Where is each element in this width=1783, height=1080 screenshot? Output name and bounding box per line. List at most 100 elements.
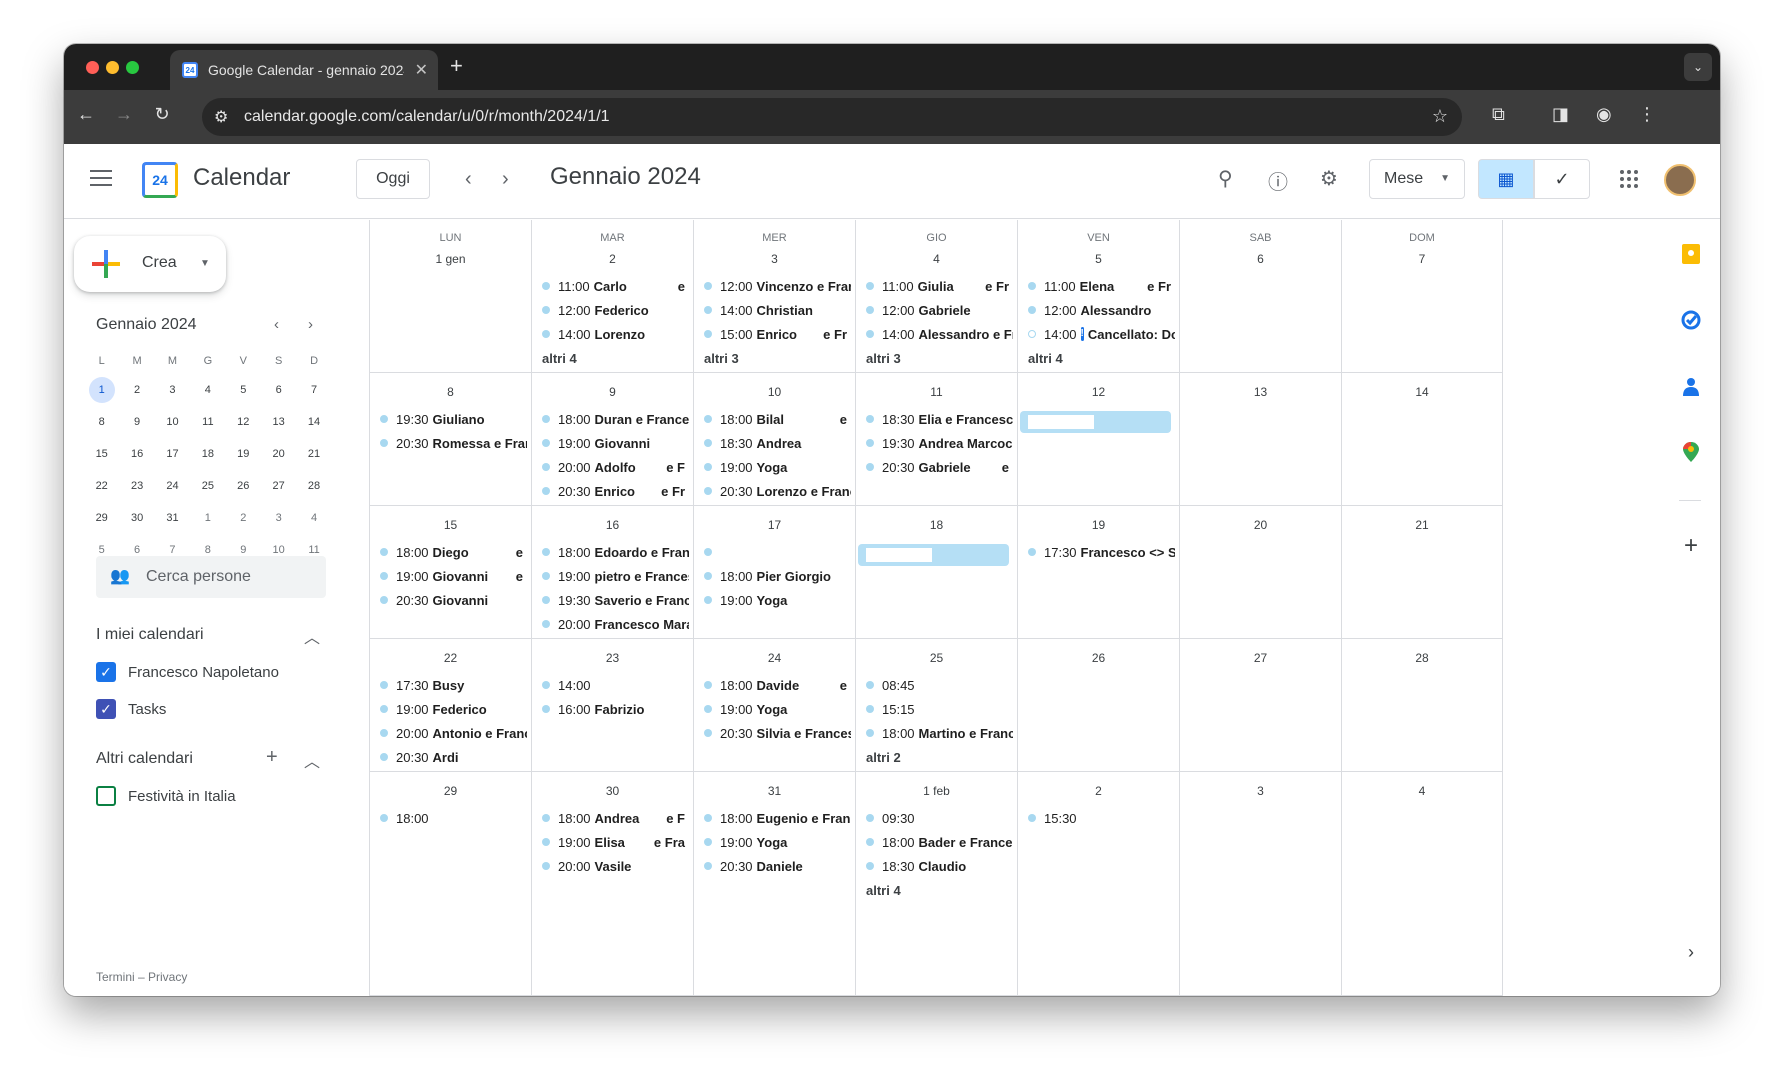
collapse-chevron-up-icon[interactable]: ︿ xyxy=(304,624,320,648)
day-cell[interactable]: DOM 7 xyxy=(1342,220,1503,373)
day-cell[interactable]: 1118:30Elia e Francesco N19:30Andrea Mar… xyxy=(856,373,1018,506)
all-day-event[interactable] xyxy=(858,544,1009,566)
day-number[interactable]: 17 xyxy=(694,518,855,532)
profile-icon[interactable]: ◉ xyxy=(1596,104,1612,125)
mini-day[interactable]: 1 xyxy=(190,502,225,534)
event-chip[interactable]: 18:00Bader e Francesco xyxy=(862,830,1013,854)
browser-tab[interactable]: 24 Google Calendar - gennaio 2024 ✕ xyxy=(170,50,438,90)
mini-day[interactable]: 2 xyxy=(119,374,154,406)
day-cell[interactable]: 819:30Giuliano20:30Romessa e Francesco xyxy=(370,373,532,506)
day-number[interactable]: 27 xyxy=(1180,651,1341,665)
day-cell[interactable]: 2 15:30 xyxy=(1018,772,1180,996)
event-chip[interactable]: 19:00 Giovanni e xyxy=(376,564,527,588)
other-calendars-title[interactable]: Altri calendari xyxy=(96,750,193,768)
tasks-view-toggle[interactable]: ✓ xyxy=(1534,159,1590,199)
reload-icon[interactable]: ↻ xyxy=(150,104,174,125)
day-number[interactable]: 12 xyxy=(1018,385,1179,399)
day-cell[interactable]: VEN 5 11:00 Elena e Fr 12:00 Alessandro 14:00! C… xyxy=(1018,220,1180,373)
event-chip[interactable]: 11:00 Elena e Fr xyxy=(1024,274,1175,298)
day-cell[interactable]: 14 xyxy=(1342,373,1503,506)
back-icon[interactable]: ← xyxy=(74,104,98,125)
mini-day[interactable]: 9 xyxy=(119,406,154,438)
settings-gear-icon[interactable]: ⚙ xyxy=(1320,166,1338,191)
search-icon[interactable]: ⚲ xyxy=(1218,166,1233,191)
keep-icon[interactable] xyxy=(1681,244,1701,264)
tasks-icon[interactable] xyxy=(1681,310,1701,330)
day-cell[interactable]: 2508:4515:1518:00Martino e Francescoaltr… xyxy=(856,639,1018,772)
contacts-icon[interactable] xyxy=(1681,376,1701,396)
event-chip[interactable]: 18:00 Andrea e F xyxy=(538,806,689,830)
day-number[interactable]: 3 xyxy=(1180,784,1341,798)
search-people-input[interactable]: 👥 Cerca persone xyxy=(96,556,326,598)
event-chip[interactable]: 19:00 Elisa e Fra xyxy=(538,830,689,854)
event-chip[interactable]: 18:00 Davide e xyxy=(700,673,851,697)
mini-day[interactable]: 3 xyxy=(261,502,296,534)
mini-day[interactable]: 31 xyxy=(155,502,190,534)
day-number[interactable]: 4 xyxy=(1342,784,1502,798)
maps-icon[interactable] xyxy=(1681,442,1701,462)
day-cell[interactable]: MER312:00Vincenzo e Francesco14:00Christ… xyxy=(694,220,856,373)
day-number[interactable]: 13 xyxy=(1180,385,1341,399)
day-number[interactable]: 4 xyxy=(856,252,1017,266)
event-chip[interactable]: 14:00 xyxy=(538,673,689,697)
event-chip[interactable]: 15:15 xyxy=(862,697,1013,721)
day-cell[interactable]: 28 xyxy=(1342,639,1503,772)
day-number[interactable]: 21 xyxy=(1342,518,1502,532)
mini-day[interactable]: 24 xyxy=(155,470,190,502)
forward-icon[interactable]: → xyxy=(112,104,136,125)
today-button[interactable]: Oggi xyxy=(356,159,430,199)
day-cell[interactable]: 23 14:00 16:00 Fabrizio xyxy=(532,639,694,772)
event-chip[interactable] xyxy=(700,540,851,564)
new-tab-icon[interactable]: + xyxy=(450,53,463,79)
event-chip[interactable]: 18:00 Diego e xyxy=(376,540,527,564)
create-button[interactable]: Crea ▼ xyxy=(74,236,226,292)
day-number[interactable]: 9 xyxy=(532,385,693,399)
day-number[interactable]: 11 xyxy=(856,385,1017,399)
calendar-view-toggle[interactable]: ▦ xyxy=(1478,159,1534,199)
mini-day[interactable]: 29 xyxy=(84,502,119,534)
event-chip[interactable]: 20:00 Adolfo e F xyxy=(538,455,689,479)
event-chip[interactable]: 19:00 Federico xyxy=(376,697,527,721)
event-chip[interactable]: 18:00 Pier Giorgio xyxy=(700,564,851,588)
add-addon-icon[interactable]: + xyxy=(1681,532,1701,559)
collapse-chevron-up-icon[interactable]: ︿ xyxy=(304,748,320,772)
more-events-link[interactable]: altri 3 xyxy=(700,346,851,370)
day-cell[interactable]: 12 xyxy=(1018,373,1180,506)
mini-day[interactable]: 15 xyxy=(84,438,119,470)
day-cell[interactable]: MAR 2 11:00 Carlo e 12:00 Federico 14:00 Lorenzo… xyxy=(532,220,694,373)
day-number[interactable]: 29 xyxy=(370,784,531,798)
more-events-link[interactable]: altri 4 xyxy=(1024,346,1175,370)
more-events-link[interactable]: altri 4 xyxy=(862,878,1013,902)
checkbox-checked-icon[interactable]: ✓ xyxy=(96,662,116,682)
day-number[interactable]: 6 xyxy=(1180,252,1341,266)
event-chip[interactable]: 18:00Eugenio e Francesco xyxy=(700,806,851,830)
mini-day[interactable]: 18 xyxy=(190,438,225,470)
event-chip[interactable]: 14:00 Lorenzo xyxy=(538,322,689,346)
mini-day[interactable]: 30 xyxy=(119,502,154,534)
day-cell[interactable]: 22 17:30 Busy 19:00 Federico 20:00 Antonio e F… xyxy=(370,639,532,772)
event-chip[interactable]: 14:00 Christian xyxy=(700,298,851,322)
event-chip[interactable]: 18:00 Bilal e xyxy=(700,407,851,431)
event-chip[interactable]: 08:45 xyxy=(862,673,1013,697)
mini-day[interactable]: 2 xyxy=(226,502,261,534)
day-cell[interactable]: 13 xyxy=(1180,373,1342,506)
event-chip[interactable]: 20:30 Daniele xyxy=(700,854,851,878)
mini-day[interactable]: 27 xyxy=(261,470,296,502)
event-chip[interactable]: 18:30Elia e Francesco N xyxy=(862,407,1013,431)
mini-day[interactable]: 12 xyxy=(226,406,261,438)
event-chip[interactable]: 20:30Lorenzo e Francesco xyxy=(700,479,851,503)
more-events-link[interactable]: altri 3 xyxy=(862,346,1013,370)
calendar-item-francesco[interactable]: ✓ Francesco Napoletano xyxy=(96,660,279,684)
calendar-item-tasks[interactable]: ✓ Tasks xyxy=(96,697,166,721)
my-calendars-title[interactable]: I miei calendari xyxy=(96,626,204,644)
day-number[interactable]: 19 xyxy=(1018,518,1179,532)
day-cell[interactable]: 27 xyxy=(1180,639,1342,772)
mini-day[interactable]: 26 xyxy=(226,470,261,502)
day-cell[interactable]: 24 18:00 Davide e 19:00 Yoga 20:30 Silvia e Fra… xyxy=(694,639,856,772)
event-chip[interactable]: 20:30 Giovanni xyxy=(376,588,527,612)
day-number[interactable]: 10 xyxy=(694,385,855,399)
day-cell[interactable]: GIO 4 11:00 Giulia e Fr 12:00 Gabriele 14:00 Ale… xyxy=(856,220,1018,373)
day-cell[interactable]: 3118:00Eugenio e Francesco19:00Yoga20:30… xyxy=(694,772,856,996)
expand-panel-chevron-icon[interactable]: › xyxy=(1681,942,1701,962)
event-chip[interactable]: 19:30Saverio e Francesco xyxy=(538,588,689,612)
